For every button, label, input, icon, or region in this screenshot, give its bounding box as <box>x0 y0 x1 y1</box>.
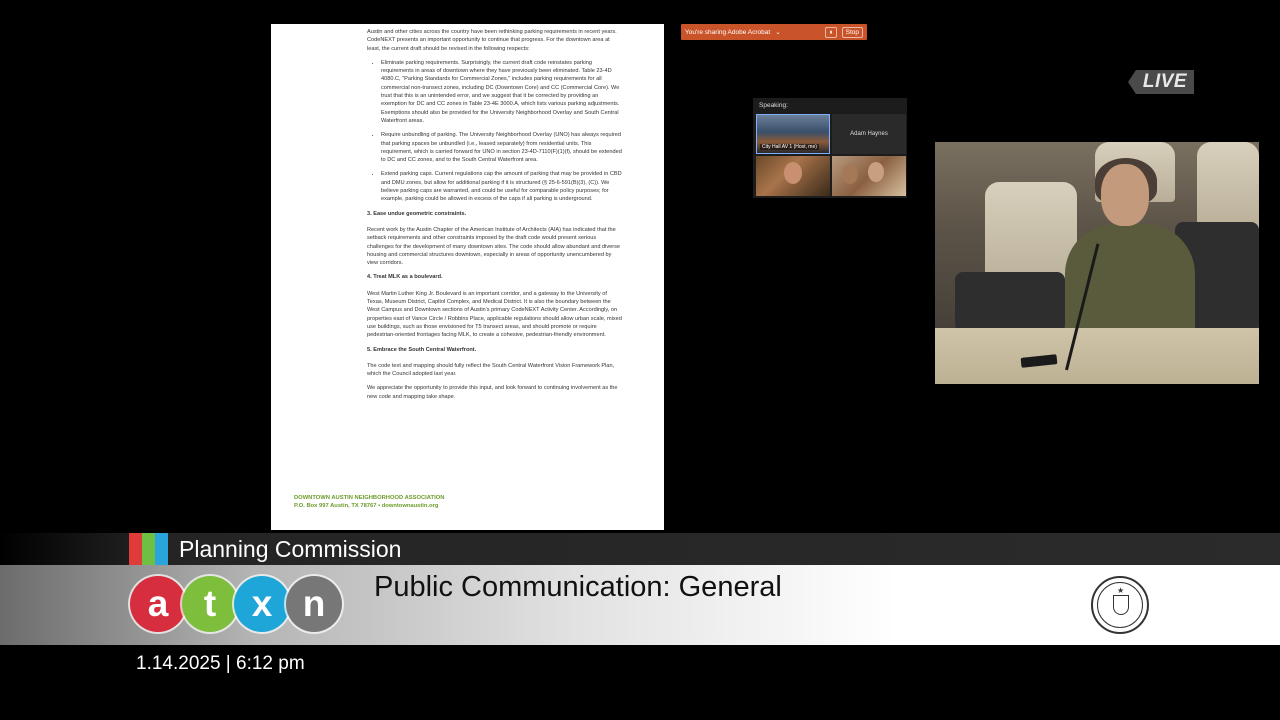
participant-caption: City Hall AV 1 (Host, me) <box>760 144 819 150</box>
doc-bullet-list: Eliminate parking requirements. Surprisi… <box>367 59 624 204</box>
doc-closing: We appreciate the opportunity to provide… <box>367 385 618 400</box>
doc-bullet-2: Require unbundling of parking. The Unive… <box>381 131 624 164</box>
participant-tile-host[interactable]: City Hall AV 1 (Host, me) <box>756 114 830 154</box>
speaking-label: Speaking: <box>759 102 788 109</box>
pause-share-button[interactable]: ⏸ <box>825 26 837 38</box>
doc-para-5: The code text and mapping should fully r… <box>367 362 615 378</box>
participant-tile-4[interactable] <box>832 156 906 196</box>
broadcast-datetime: 1.14.2025 | 6:12 pm <box>136 653 305 674</box>
shared-document: Austin and other cities across the count… <box>271 24 664 530</box>
logo-letter-x: x <box>234 576 290 632</box>
share-status-text: You're sharing Adobe Acrobat <box>685 28 771 36</box>
doc-para-3: Recent work by the Austin Chapter of the… <box>367 226 621 267</box>
doc-heading-4: 4. Treat MLK as a boulevard. <box>367 274 443 281</box>
camera-feed <box>935 142 1259 384</box>
speaker-head <box>1101 164 1149 226</box>
screen-share-bar: You're sharing Adobe Acrobat ⌄ ⏸ Stop <box>681 24 867 40</box>
chair <box>955 272 1065 332</box>
city-seal-icon: ★ <box>1091 576 1149 634</box>
color-bar-blue <box>155 533 168 565</box>
participant-face <box>868 162 884 182</box>
doc-footer: DOWNTOWN AUSTIN NEIGHBORHOOD ASSOCIATION… <box>294 494 444 510</box>
participant-face <box>842 164 858 184</box>
participant-name: Adam Haynes <box>850 131 888 137</box>
stop-share-button[interactable]: Stop <box>841 26 863 38</box>
agenda-headline: Public Communication: General <box>374 571 782 603</box>
doc-para-4: West Martin Luther King Jr. Boulevard is… <box>367 290 622 339</box>
participant-face <box>784 162 802 184</box>
chair <box>1197 142 1259 232</box>
logo-letter-t: t <box>182 576 238 632</box>
doc-footer-address: P.O. Box 997 Austin, TX 78767 • downtown… <box>294 503 439 509</box>
participant-tile-3[interactable] <box>756 156 830 196</box>
live-badge: LIVE <box>1128 70 1194 94</box>
doc-bullet-3: Extend parking caps. Current regulations… <box>381 170 624 203</box>
doc-heading-3: 3. Ease undue geometric constraints. <box>367 210 467 217</box>
doc-footer-org: DOWNTOWN AUSTIN NEIGHBORHOOD ASSOCIATION <box>294 495 445 501</box>
chevron-down-icon[interactable]: ⌄ <box>775 28 780 36</box>
color-bar-red <box>129 533 142 565</box>
logo-letter-a: a <box>130 576 186 632</box>
atxn-logo: a t x n <box>130 576 342 632</box>
program-title: Planning Commission <box>179 536 402 562</box>
logo-letter-n: n <box>286 576 342 632</box>
speaking-panel: Speaking: City Hall AV 1 (Host, me) Adam… <box>753 98 907 198</box>
dais-table <box>935 328 1259 384</box>
participant-tile-speaker[interactable]: Adam Haynes <box>832 114 906 154</box>
doc-heading-5: 5. Embrace the South Central Waterfront. <box>367 346 477 353</box>
color-bar-green <box>142 533 155 565</box>
doc-bullet-1: Eliminate parking requirements. Surprisi… <box>381 59 624 125</box>
doc-intro: Austin and other cities across the count… <box>367 29 617 52</box>
color-bars <box>129 533 168 565</box>
